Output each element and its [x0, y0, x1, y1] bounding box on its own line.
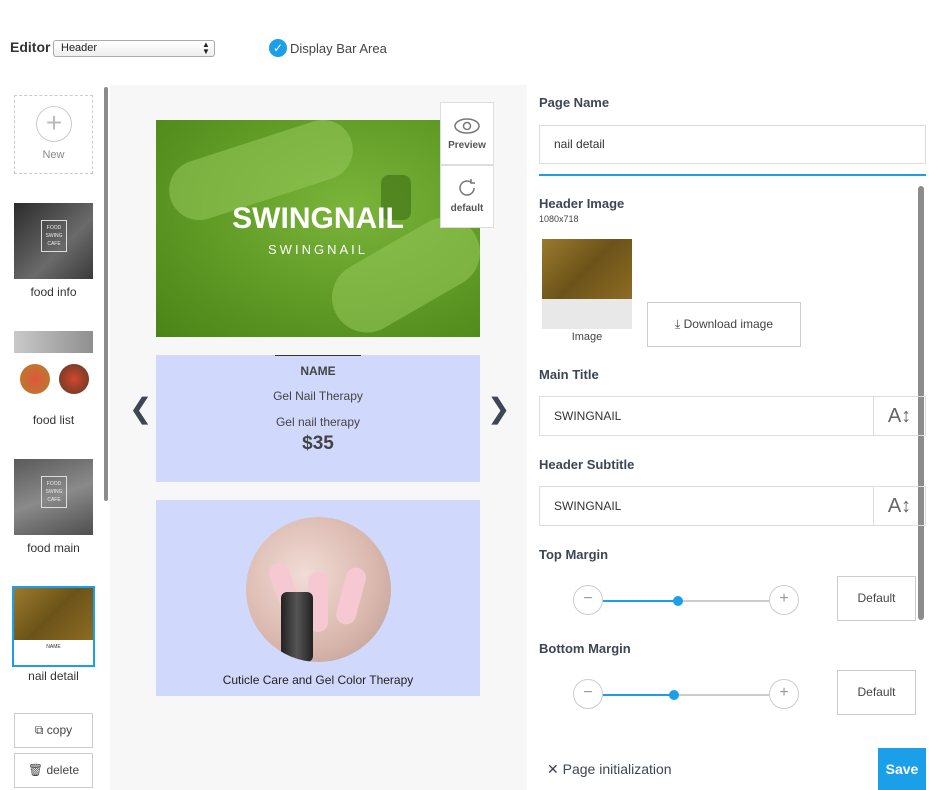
new-page-button[interactable]: + New — [14, 95, 93, 174]
download-image-button[interactable]: ⤓ Download image — [647, 302, 801, 347]
delete-page-button[interactable]: 🗑 delete — [14, 753, 93, 788]
chevron-right-icon[interactable]: ❯ — [487, 392, 510, 425]
refresh-icon — [459, 179, 475, 196]
bottom-margin-heading: Bottom Margin — [539, 641, 631, 656]
top-margin-knob[interactable] — [673, 596, 683, 606]
display-bar-label: Display Bar Area — [290, 41, 387, 56]
header-image-label: Image — [571, 331, 603, 343]
header-image-heading: Header Image — [539, 196, 625, 211]
minus-icon[interactable]: − — [573, 585, 603, 615]
subtitle-value: SWINGNAIL — [554, 499, 622, 513]
page-thumb-food-info[interactable]: FOOD SWING CAFE — [14, 203, 93, 279]
page-thumb-food-list[interactable] — [14, 331, 93, 407]
page-initialization-label: Page initialization — [562, 761, 672, 777]
price-divider — [275, 355, 361, 356]
page-name-heading: Page Name — [539, 95, 610, 110]
thumb-logo: FOOD SWING CAFE — [41, 220, 67, 252]
top-margin-fill — [603, 600, 678, 602]
section-select-value: Header — [61, 42, 98, 54]
page-name-divider — [539, 174, 926, 176]
page-label-nail-detail: nail detail — [28, 669, 79, 683]
thumb-text: NAME — [14, 644, 93, 665]
main-title-heading: Main Title — [539, 367, 599, 382]
page-thumb-nail-detail[interactable]: NAME — [12, 586, 95, 667]
delete-label: delete — [46, 763, 80, 777]
page-thumb-food-main[interactable]: FOOD SWING CAFE — [14, 459, 93, 535]
page-label-food-main: food main — [27, 541, 80, 555]
page-list — [0, 85, 110, 790]
thumb-dish-2 — [59, 364, 89, 394]
chevron-left-icon[interactable]: ❮ — [129, 392, 152, 425]
eye-icon — [454, 118, 480, 134]
page-label-food-list: food list — [32, 413, 75, 427]
plus-icon[interactable]: + — [769, 585, 799, 615]
price-title: Gel Nail Therapy — [273, 389, 363, 403]
price-subtitle: Gel nail therapy — [275, 415, 361, 429]
header-image-size: 1080x718 — [539, 214, 579, 224]
page-initialization-button[interactable]: ✕ Page initialization — [547, 761, 672, 778]
top-margin-heading: Top Margin — [539, 547, 609, 562]
header-image-thumbnail[interactable] — [542, 239, 632, 329]
close-icon: ✕ — [547, 761, 559, 777]
hero-banner: SWINGNAIL SWINGNAIL — [156, 120, 480, 337]
plus-icon: + — [36, 106, 72, 142]
subtitle-input[interactable]: SWINGNAIL A↕ — [539, 486, 926, 526]
preview-button[interactable]: Preview — [440, 102, 494, 165]
main-title-value: SWINGNAIL — [554, 409, 622, 423]
top-margin-default-button[interactable]: Default — [837, 576, 916, 621]
bottom-margin-fill — [603, 694, 674, 696]
new-page-label: New — [42, 149, 65, 161]
hero-subtitle: SWINGNAIL — [268, 242, 368, 257]
save-button[interactable]: Save — [878, 748, 926, 790]
font-size-icon[interactable]: A↕ — [873, 397, 925, 435]
bottom-margin-knob[interactable] — [669, 690, 679, 700]
thumb-dish-1 — [20, 364, 50, 394]
page-label-food-info: food info — [30, 285, 77, 299]
default-view-button[interactable]: default — [440, 165, 494, 228]
header-image-picture — [542, 239, 632, 299]
price-name: NAME — [300, 364, 336, 378]
page-name-input[interactable]: nail detail — [539, 125, 926, 164]
preview-button-label: Preview — [448, 140, 486, 151]
section-select[interactable]: Header ▲ ▼ — [53, 40, 215, 57]
plus-icon[interactable]: + — [769, 679, 799, 709]
trash-icon: 🗑 — [27, 763, 44, 777]
subtitle-heading: Header Subtitle — [539, 457, 635, 472]
thumb-hero — [14, 588, 93, 640]
product-image — [246, 517, 391, 662]
main-title-input[interactable]: SWINGNAIL A↕ — [539, 396, 926, 436]
default-view-label: default — [450, 203, 484, 214]
price-value: $35 — [302, 433, 334, 454]
bottom-margin-default-button[interactable]: Default — [837, 670, 916, 715]
nail-shape — [333, 565, 369, 627]
select-arrows-icon: ▲ ▼ — [202, 40, 210, 56]
minus-icon[interactable]: − — [573, 679, 603, 709]
product-caption: Cuticle Care and Gel Color Therapy — [222, 673, 414, 687]
font-size-icon[interactable]: A↕ — [873, 487, 925, 525]
download-label: Download image — [683, 317, 774, 331]
download-icon: ⤓ — [674, 317, 681, 331]
price-card: NAME Gel Nail Therapy Gel nail therapy $… — [156, 355, 480, 482]
display-bar-checkbox[interactable]: ✓ — [269, 39, 287, 57]
polish-bottle-shape — [281, 592, 313, 662]
product-card: Cuticle Care and Gel Color Therapy — [156, 500, 480, 696]
thumb-logo: FOOD SWING CAFE — [41, 476, 67, 508]
copy-icon: ⧉ — [34, 723, 44, 737]
thumb-banner — [14, 331, 93, 353]
hero-title: SWINGNAIL — [232, 202, 404, 235]
copy-page-button[interactable]: ⧉ copy — [14, 713, 93, 748]
editor-label: Editor — [10, 39, 51, 55]
copy-label: copy — [46, 723, 73, 737]
